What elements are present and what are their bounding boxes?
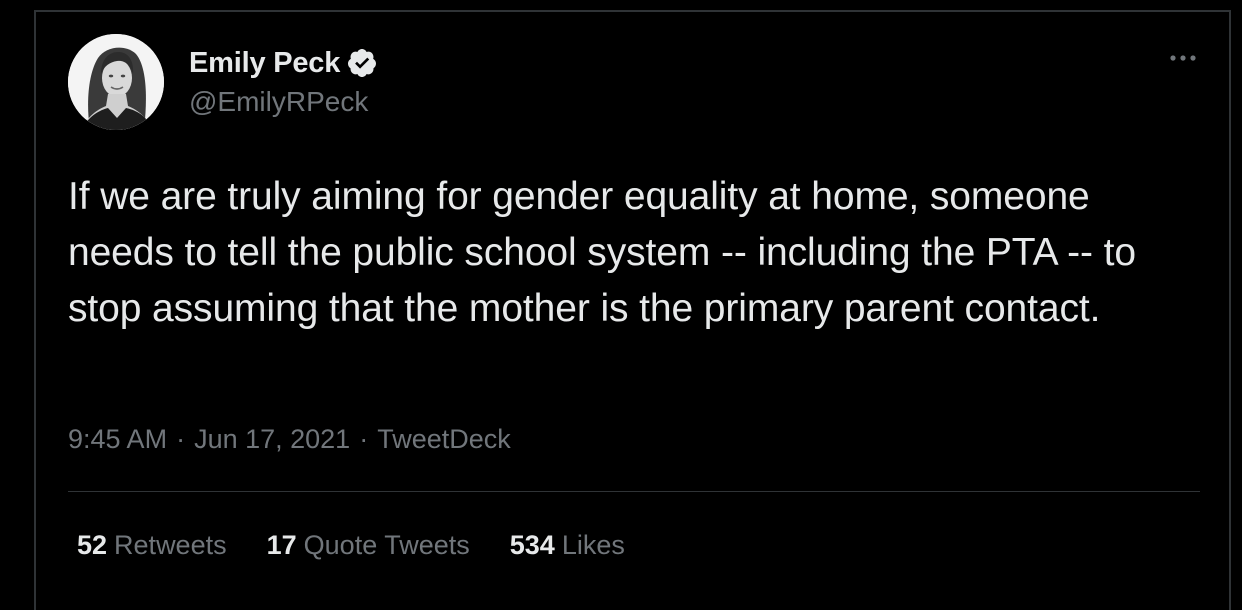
likes-stat[interactable]: 534 Likes <box>510 530 625 561</box>
tweet-stats: 52 Retweets 17 Quote Tweets 534 Likes <box>77 530 665 561</box>
author-display-name[interactable]: Emily Peck <box>189 47 340 80</box>
author-avatar[interactable] <box>68 34 164 130</box>
likes-label: Likes <box>561 530 625 560</box>
tweet-card: Emily Peck @EmilyRPeck If we are truly a… <box>34 10 1231 610</box>
likes-count: 534 <box>509 530 555 560</box>
retweets-stat[interactable]: 52 Retweets <box>77 530 227 561</box>
retweets-count: 52 <box>77 530 108 560</box>
quote-tweets-stat[interactable]: 17 Quote Tweets <box>267 530 470 561</box>
tweet-date[interactable]: Jun 17, 2021 <box>194 424 350 455</box>
stats-divider <box>68 491 1200 492</box>
author-handle[interactable]: @EmilyRPeck <box>189 86 368 118</box>
metadata-separator: · <box>359 424 369 454</box>
tweet-time[interactable]: 9:45 AM <box>68 424 167 455</box>
tweet-metadata: 9:45 AM · Jun 17, 2021 · TweetDeck <box>68 424 511 455</box>
tweet-source[interactable]: TweetDeck <box>377 424 511 455</box>
quote-tweets-count: 17 <box>266 530 297 560</box>
retweets-label: Retweets <box>114 530 227 560</box>
ellipsis-icon[interactable] <box>1166 48 1200 68</box>
quote-tweets-label: Quote Tweets <box>303 530 470 560</box>
verified-badge-icon <box>346 47 378 79</box>
tweet-text: If we are truly aiming for gender equali… <box>68 175 1136 330</box>
author-name-row[interactable]: Emily Peck <box>189 45 378 81</box>
metadata-separator: · <box>176 424 186 454</box>
profile-photo-icon <box>68 34 164 130</box>
